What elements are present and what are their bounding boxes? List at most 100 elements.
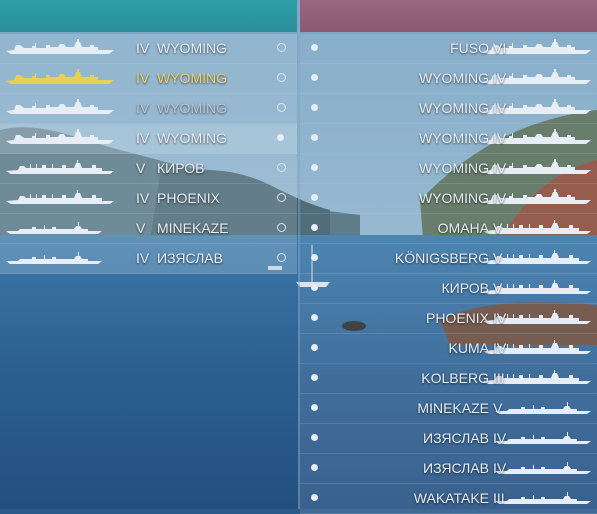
status-dot-icon: [311, 224, 318, 231]
enemy-row[interactable]: IV WYOMING: [300, 94, 597, 124]
status-dot-icon: [311, 254, 318, 261]
team-header-enemies: [300, 0, 597, 32]
status-dot-icon: [277, 134, 284, 141]
enemy-row[interactable]: V KÖNIGSBERG: [300, 244, 597, 274]
ship-name: ИЗЯСЛАВ: [157, 250, 223, 266]
ally-row[interactable]: IV ИЗЯСЛАВ: [0, 244, 297, 274]
ship-name: WYOMING: [157, 40, 227, 56]
status-dot-icon: [311, 314, 318, 321]
ship-tier: V: [136, 220, 146, 236]
ship-tier: IV: [493, 460, 507, 476]
ally-row[interactable]: IV WYOMING: [0, 34, 297, 64]
ally-row[interactable]: IV WYOMING: [0, 64, 297, 94]
ship-tier: IV: [136, 100, 150, 116]
ship-name: PHOENIX: [157, 190, 221, 206]
destroyer-icon: [6, 249, 102, 273]
ship-name: WYOMING: [157, 100, 227, 116]
battleship-icon: [6, 69, 114, 93]
status-ring-icon: [277, 73, 286, 82]
ship-name: KOLBERG: [421, 370, 489, 386]
cruiser-icon: [6, 189, 114, 213]
ship-name: ИЗЯСЛАВ: [423, 430, 489, 446]
enemy-row[interactable]: V MINEKAZE: [300, 394, 597, 424]
ship-tier: V: [493, 220, 503, 236]
status-dot-icon: [311, 404, 318, 411]
status-dot-icon: [311, 344, 318, 351]
status-ring-icon: [277, 253, 286, 262]
ship-tier: V: [136, 160, 146, 176]
ship-tier: IV: [136, 40, 150, 56]
ship-name: WYOMING: [157, 130, 227, 146]
ship-name: MINEKAZE: [157, 220, 229, 236]
enemy-row[interactable]: IV WYOMING: [300, 64, 597, 94]
enemy-row[interactable]: III KOLBERG: [300, 364, 597, 394]
enemy-row[interactable]: V OMAHA: [300, 214, 597, 244]
ship-tier: VI: [493, 40, 507, 56]
ship-name: FUSO: [450, 40, 489, 56]
ship-tier: IV: [136, 130, 150, 146]
ship-name: WYOMING: [419, 160, 489, 176]
ship-tier: IV: [493, 310, 507, 326]
status-ring-icon: [277, 163, 286, 172]
ship-name: WYOMING: [419, 100, 489, 116]
enemy-row[interactable]: IV KUMA: [300, 334, 597, 364]
ship-tier: V: [493, 250, 503, 266]
ship-tier: IV: [136, 70, 150, 86]
ship-tier: IV: [493, 340, 507, 356]
ship-name: КИРОВ: [441, 280, 489, 296]
ship-tier: IV: [493, 130, 507, 146]
enemy-row[interactable]: III WAKATAKE: [300, 484, 597, 514]
ship-name: КИРОВ: [157, 160, 205, 176]
enemy-row[interactable]: IV ИЗЯСЛАВ: [300, 424, 597, 454]
status-dot-icon: [311, 164, 318, 171]
status-dot-icon: [311, 284, 318, 291]
status-ring-icon: [277, 43, 286, 52]
enemy-row[interactable]: V КИРОВ: [300, 274, 597, 304]
enemy-row[interactable]: IV WYOMING: [300, 154, 597, 184]
enemy-row[interactable]: IV PHOENIX: [300, 304, 597, 334]
ally-row[interactable]: IV WYOMING: [0, 124, 297, 154]
battleship-icon: [6, 99, 114, 123]
status-dot-icon: [311, 104, 318, 111]
status-dot-icon: [311, 194, 318, 201]
ship-tier: IV: [493, 100, 507, 116]
ally-row[interactable]: IV WYOMING: [0, 94, 297, 124]
ship-name: WYOMING: [419, 190, 489, 206]
enemy-row[interactable]: IV ИЗЯСЛАВ: [300, 454, 597, 484]
status-dot-icon: [311, 44, 318, 51]
ship-tier: IV: [493, 430, 507, 446]
ship-tier: V: [493, 400, 503, 416]
battleship-icon: [6, 129, 114, 153]
enemy-row[interactable]: IV WYOMING: [300, 184, 597, 214]
allied-team-list: IV WYOMING IV WYOMING IV WYOMING IV WYOMING V КИР…: [0, 34, 297, 274]
ally-row[interactable]: V MINEKAZE: [0, 214, 297, 244]
ship-name: WYOMING: [419, 130, 489, 146]
enemy-team-list: VI FUSO IV WYOMING IV WYOMING IV WYOMING IV WYOMI…: [300, 34, 597, 514]
ship-name: PHOENIX: [425, 310, 489, 326]
battleship-icon: [6, 39, 114, 63]
ship-name: WYOMING: [157, 70, 227, 86]
ally-row[interactable]: IV PHOENIX: [0, 184, 297, 214]
ship-name: MINEKAZE: [417, 400, 489, 416]
status-ring-icon: [277, 223, 286, 232]
ship-tier: IV: [136, 250, 150, 266]
status-dot-icon: [311, 374, 318, 381]
enemy-row[interactable]: VI FUSO: [300, 34, 597, 64]
ship-tier: IV: [136, 190, 150, 206]
ally-row[interactable]: V КИРОВ: [0, 154, 297, 184]
ship-name: KUMA: [448, 340, 489, 356]
enemy-row[interactable]: IV WYOMING: [300, 124, 597, 154]
ship-name: KÖNIGSBERG: [394, 250, 489, 266]
status-ring-icon: [277, 193, 286, 202]
ship-tier: V: [493, 280, 503, 296]
status-ring-icon: [277, 103, 286, 112]
status-dot-icon: [311, 134, 318, 141]
ship-tier: III: [493, 370, 505, 386]
destroyer-icon: [6, 219, 102, 243]
status-dot-icon: [311, 494, 318, 501]
status-dot-icon: [311, 434, 318, 441]
cruiser-icon: [6, 159, 114, 183]
ship-name: WYOMING: [419, 70, 489, 86]
ship-tier: IV: [493, 190, 507, 206]
ship-name: ИЗЯСЛАВ: [423, 460, 489, 476]
